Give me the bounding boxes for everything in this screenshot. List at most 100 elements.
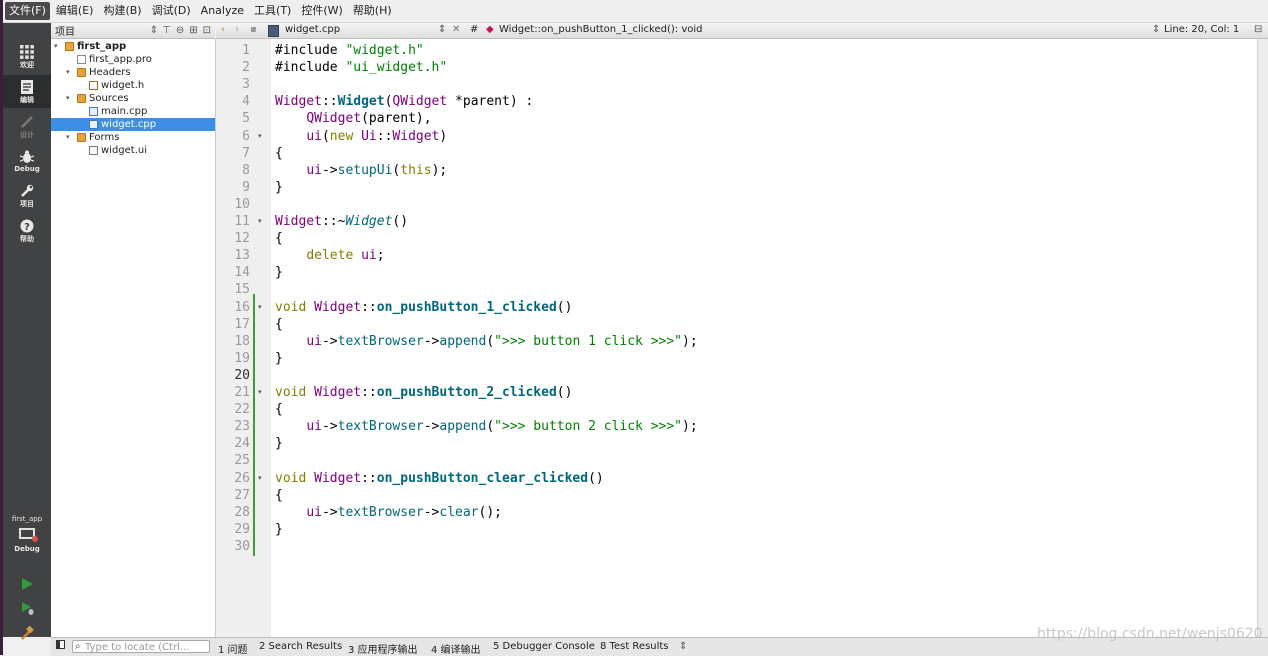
tree-item[interactable]: widget.cpp [51,118,215,131]
mode-label: 设计 [20,131,34,139]
tree-item[interactable]: ▾ Sources [51,92,215,105]
close-pane-icon[interactable]: ⊡ [203,25,211,36]
code-token: ui [361,248,377,264]
code-token: { [275,231,283,247]
build-hammer-icon[interactable] [20,625,34,643]
file-tab-label[interactable]: widget.cpp [285,24,340,35]
forward-arrow-icon[interactable]: › [235,24,239,35]
tree-item[interactable]: ▾ first_app [51,40,215,53]
line-number: 12 [234,231,250,247]
tree-item-label: Forms [89,132,120,143]
kit-selector[interactable]: first_app Debug [3,515,51,553]
code-token: *parent) : [447,94,534,110]
close-file-icon[interactable]: ✕ [452,24,460,35]
line-number: 2 [242,60,250,76]
mode-bug[interactable]: Debug [3,145,51,178]
code-token: :: [361,385,377,400]
output-pane-tab[interactable]: 4 编译输出 [431,641,481,656]
code-line: Widget::Widget(QWidget *parent) : [275,93,533,110]
back-arrow-icon[interactable]: ‹ [221,24,225,35]
file-list-arrow-icon[interactable]: ⇕ [438,24,446,35]
split-editor-icon[interactable]: ⊟ [1254,24,1262,35]
mode-help[interactable]: ? 帮助 [3,214,51,247]
menu-item[interactable]: 文件(F) [5,2,50,20]
tree-item[interactable]: main.cpp [51,105,215,118]
mode-wrench[interactable]: 项目 [3,179,51,212]
code-token: } [275,265,283,281]
menu-item[interactable]: 调试(D) [148,2,195,20]
run-icon[interactable] [20,577,34,594]
vertical-scrollbar[interactable] [1257,39,1268,637]
tree-item-label: widget.ui [101,145,148,156]
fold-arrow-icon[interactable]: ▾ [258,303,262,311]
tree-item[interactable]: ▾ Forms [51,131,215,144]
menu-item[interactable]: 构建(B) [99,2,145,20]
code-token: ui [306,333,322,349]
code-token: ); [682,419,698,435]
pencil-icon [3,115,51,129]
code-token: } [275,521,283,537]
expand-arrow-icon[interactable]: ▾ [66,131,70,144]
split-icon[interactable]: ⊞ [189,25,197,36]
code-line: { [275,316,283,333]
code-token: "widget.h" [345,43,424,58]
code-token: -> [321,419,338,435]
filter-icon[interactable]: ⊤ [162,25,171,36]
tree-item[interactable]: ▾ Headers [51,66,215,79]
output-pane-tab[interactable]: 5 Debugger Console [493,641,595,652]
line-number: 14 [234,265,250,281]
folder-icon [65,42,74,51]
tree-item[interactable]: widget.ui [51,144,215,157]
debug-run-icon[interactable] [20,601,34,618]
menu-item[interactable]: 帮助(H) [349,2,396,20]
line-number: 19 [234,350,250,366]
cpp-file-icon [268,25,279,37]
menu-item[interactable]: 编辑(E) [52,2,98,20]
error-dot-icon [32,536,38,542]
output-pane-tab[interactable]: 2 Search Results [259,641,342,652]
more-panes-arrow-icon[interactable]: ⇕ [679,641,687,652]
menu-item[interactable]: 工具(T) [250,2,295,20]
output-pane-tab[interactable]: 8 Test Results [600,641,669,652]
mode-grid[interactable]: 欢迎 [3,40,51,73]
code-token: delete [306,248,354,264]
fold-arrow-icon[interactable]: ▾ [258,132,262,140]
code-token: } [275,436,283,452]
menu-item[interactable]: Analyze [197,2,248,20]
code-token: { [275,402,283,418]
output-pane-tab[interactable]: 1 问题 [218,641,248,656]
output-pane-tab[interactable]: 3 应用程序输出 [348,641,418,656]
fold-arrow-icon[interactable]: ▾ [258,217,262,225]
pane-select-arrow-icon[interactable]: ⇕ [150,25,158,36]
fold-arrow-icon[interactable]: ▾ [258,474,262,482]
symbol-dropdown[interactable]: Widget::on_pushButton_1_clicked(): void [499,24,703,35]
code-line: } [275,350,283,367]
fold-arrow-icon[interactable]: ▾ [258,388,262,396]
locator-input[interactable]: ⌕ Type to locate (Ctrl... [72,640,210,653]
link-icon[interactable]: ⊖ [176,25,184,36]
code-line: } [275,264,283,281]
mode-pencil[interactable]: 设计 [3,110,51,143]
folder-icon [77,68,86,77]
code-token: Widget [392,128,440,144]
tree-item[interactable]: widget.h [51,79,215,92]
expand-arrow-icon[interactable]: ▾ [54,40,58,53]
code-token: ui [306,162,322,178]
expand-arrow-icon[interactable]: ▾ [66,92,70,105]
code-token: void [275,299,307,315]
kit-config-label: Debug [14,545,40,553]
expand-arrow-icon[interactable]: ▾ [66,66,70,79]
cursor-position[interactable]: Line: 20, Col: 1 [1164,24,1239,35]
file-icon [89,120,98,129]
menu-item[interactable]: 控件(W) [297,2,346,20]
tree-item[interactable]: first_app.pro [51,53,215,66]
position-arrow-icon[interactable]: ⇕ [1152,24,1160,35]
line-number: 24 [234,436,250,452]
toggle-sidebar-icon[interactable] [56,640,65,649]
tree-item-label: Sources [89,93,129,104]
mode-document-edit[interactable]: 编辑 [3,75,51,108]
code-token: void [275,385,307,400]
